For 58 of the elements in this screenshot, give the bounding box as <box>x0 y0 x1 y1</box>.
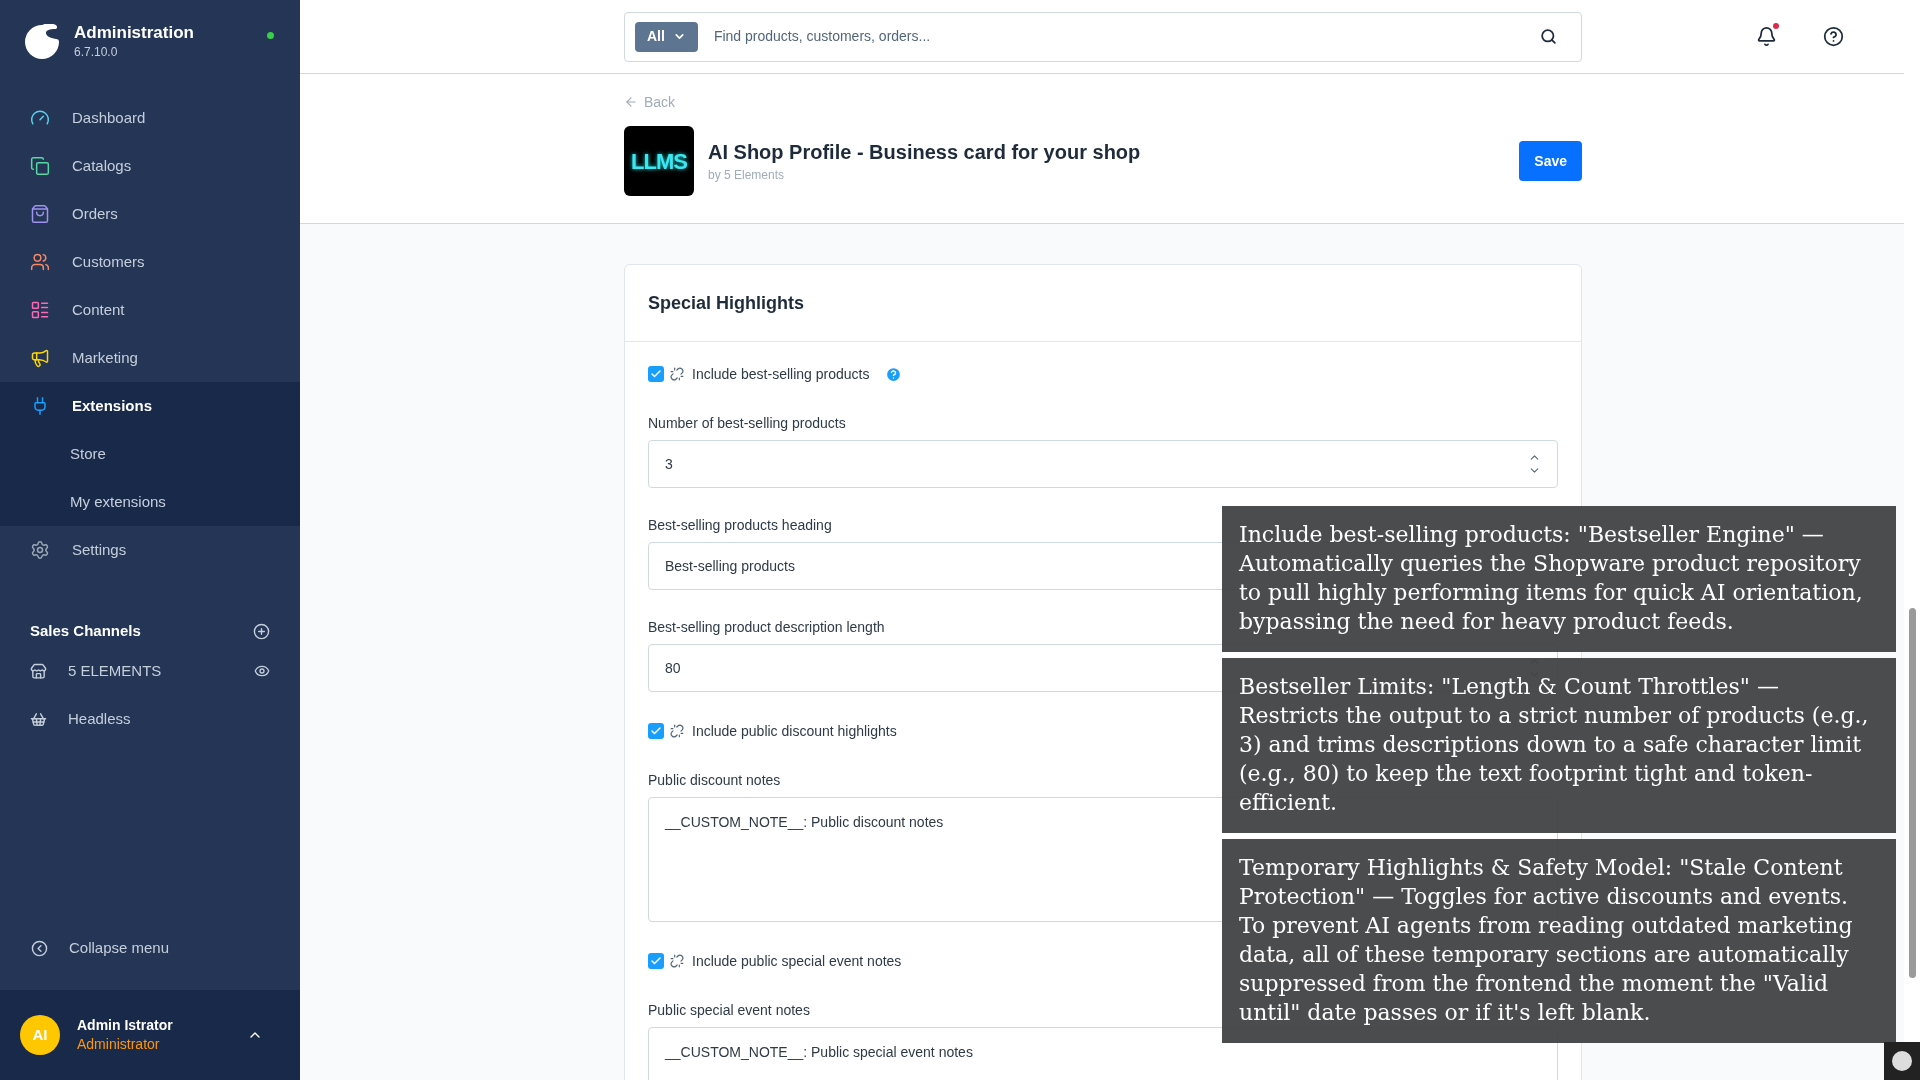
arrow-left-icon <box>624 95 638 109</box>
annotation-tooltip: Include best-selling products: "Bestseller Engine" — Automatically queries the Shopware product repository to pull highly performing items for quick AI orientation, bypassing the need for heavy product feeds. <box>1222 506 1896 652</box>
field-label: Best-selling products heading <box>648 516 832 535</box>
field-label: Number of best-selling products <box>648 414 846 433</box>
scrollbar-thumb[interactable] <box>1909 608 1916 978</box>
help-icon[interactable] <box>1823 26 1844 47</box>
user-role: Administrator <box>77 1035 161 1054</box>
nav-item[interactable]: Extensions <box>0 382 300 430</box>
number-field[interactable]: 3 <box>648 440 1558 488</box>
section-heading: Sales Channels <box>30 620 141 641</box>
sales-channel-item[interactable]: Headless <box>0 695 300 743</box>
search-field[interactable]: All Find products, customers, orders... <box>624 11 1582 62</box>
nav-item[interactable]: Marketing <box>0 334 300 382</box>
sales-channel-item[interactable]: 5 ELEMENTS <box>0 647 300 695</box>
checkbox-label: Include public special event notes <box>692 951 902 971</box>
annotation-tooltip: Bestseller Limits: "Length & Count Throttles" — Restricts the output to a strict number of products (e.g., 3) and trims descriptions down to a safe character limit (e.g., 80) to keep the text footprint tight and token-efficient. <box>1222 658 1896 833</box>
page-title: AI Shop Profile - Business card for your shop <box>708 140 1142 165</box>
checkbox-label: Include public discount highlights <box>692 721 897 741</box>
add-icon[interactable] <box>253 622 270 640</box>
checkbox[interactable] <box>648 366 664 382</box>
field-label: Public discount notes <box>648 771 781 790</box>
save-button[interactable]: Save <box>1519 141 1582 181</box>
link-icon[interactable] <box>670 724 684 738</box>
search-icon[interactable] <box>1540 28 1557 45</box>
card-title: Special Highlights <box>648 291 805 315</box>
link-icon[interactable] <box>670 954 684 968</box>
author-label: by 5 Elements <box>708 167 786 184</box>
notification-button[interactable] <box>1756 26 1777 47</box>
check-icon <box>650 725 662 737</box>
version-label: 6.7.10.0 <box>74 44 119 61</box>
annotation-tooltip: Temporary Highlights & Safety Model: "Stale Content Protection" — Toggles for active discounts and events. To prevent AI agents from reading outdated marketing data, all of these temporary sections are automatically suppressed from the frontend the moment the "Valid until" date passes or if it's left blank. <box>1222 839 1896 1043</box>
basket-icon <box>30 710 47 728</box>
collapse-menu-button[interactable]: Collapse menu <box>0 924 300 972</box>
field-label: Public special event notes <box>648 1001 810 1020</box>
checkbox[interactable] <box>648 723 664 739</box>
checkbox[interactable] <box>648 953 664 969</box>
checkbox-label: Include best-selling products <box>692 364 870 384</box>
store-icon <box>30 662 47 680</box>
nav-item[interactable]: Orders <box>0 190 300 238</box>
nav-item[interactable]: Content <box>0 286 300 334</box>
check-icon <box>650 368 662 380</box>
logo-icon <box>24 24 60 60</box>
extension-logo: LLMS <box>624 126 694 196</box>
app-title: Administration <box>74 23 194 43</box>
nav-item[interactable]: Settings <box>0 526 300 574</box>
eye-icon[interactable] <box>254 663 270 679</box>
user-name: Admin Istrator <box>77 1016 174 1035</box>
nav-item[interactable]: Dashboard <box>0 94 300 142</box>
search-scope-dropdown[interactable]: All <box>635 21 698 52</box>
nav-subitem[interactable]: Store <box>0 430 300 478</box>
nav-item[interactable]: Catalogs <box>0 142 300 190</box>
check-icon <box>650 955 662 967</box>
link-icon[interactable] <box>670 367 684 381</box>
toolbar-toggle[interactable] <box>1884 1042 1920 1080</box>
nav-item[interactable]: Customers <box>0 238 300 286</box>
field-label: Best-selling product description length <box>648 618 885 637</box>
nav-subitem[interactable]: My extensions <box>0 478 300 526</box>
chevron-left-icon <box>31 939 48 957</box>
